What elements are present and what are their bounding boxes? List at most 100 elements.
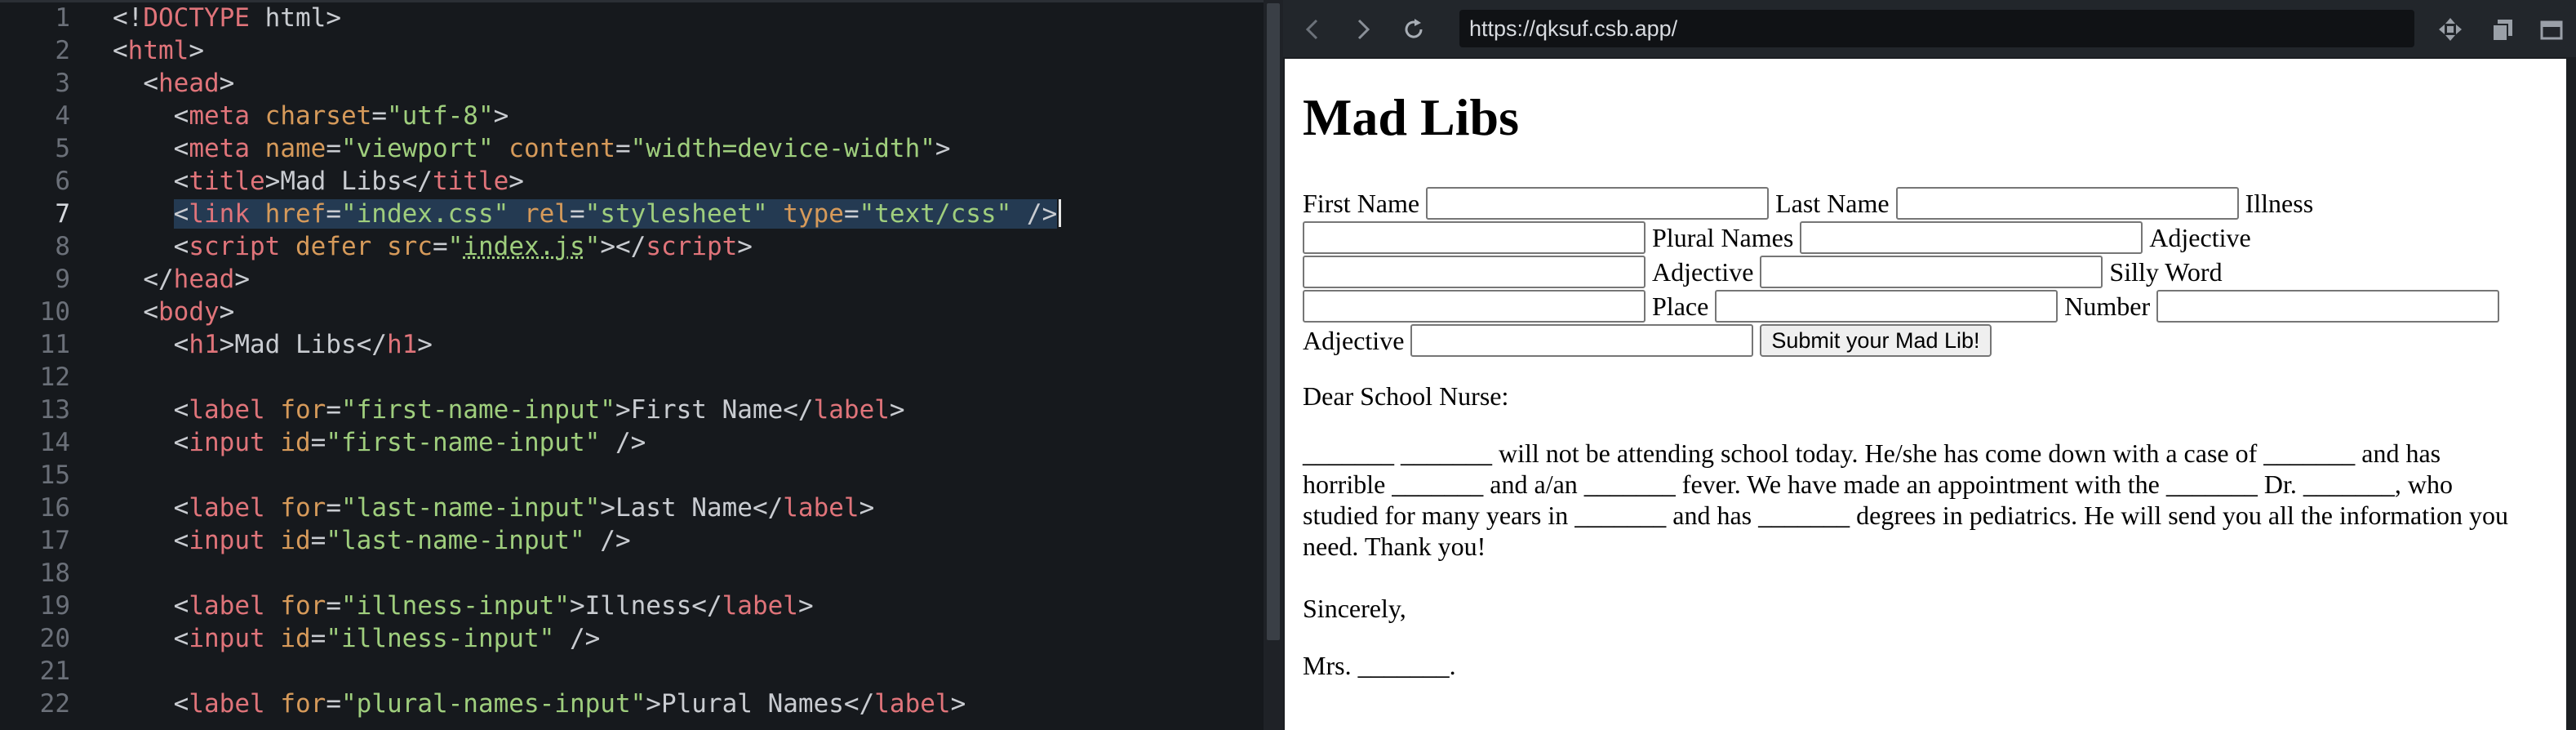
code-text[interactable]: <h1>Mad Libs</h1> xyxy=(113,328,433,361)
number-input[interactable] xyxy=(2156,289,2500,323)
code-line[interactable]: 14 <input id="first-name-input" /> xyxy=(0,426,1264,459)
line-number: 19 xyxy=(39,591,70,621)
copy-icon[interactable] xyxy=(2488,15,2517,44)
code-line[interactable]: 17 <input id="last-name-input" /> xyxy=(0,524,1264,557)
code-token: = xyxy=(310,624,326,653)
adjective-input-2[interactable] xyxy=(1760,255,2103,288)
adjective-input-1[interactable] xyxy=(1303,255,1646,288)
code-line[interactable]: 10 <body> xyxy=(0,296,1264,328)
code-line[interactable]: 11 <h1>Mad Libs</h1> xyxy=(0,328,1264,361)
code-line[interactable]: 21 xyxy=(0,655,1264,688)
code-text[interactable]: <label for="illness-input">Illness</labe… xyxy=(113,590,814,622)
code-text[interactable]: <script defer src="index.js"></script> xyxy=(113,230,753,263)
editor-scrollbar-thumb[interactable] xyxy=(1267,3,1280,640)
code-token: > xyxy=(509,167,524,196)
code-token: > xyxy=(950,689,966,719)
editor-scrollbar[interactable] xyxy=(1264,0,1283,730)
silly-word-input[interactable] xyxy=(1303,289,1646,323)
code-token: > xyxy=(600,493,615,523)
code-line[interactable]: 8 <script defer src="index.js"></script> xyxy=(0,230,1264,263)
code-token: = xyxy=(615,134,631,163)
code-line[interactable]: 1 <!DOCTYPE html> xyxy=(0,2,1264,34)
code-token: > xyxy=(859,493,875,523)
code-line[interactable]: 22 <label for="plural-names-input">Plura… xyxy=(0,688,1264,720)
illness-input[interactable] xyxy=(1303,220,1646,254)
code-text[interactable]: <!DOCTYPE html> xyxy=(113,2,341,34)
code-token: input xyxy=(189,624,265,653)
code-line[interactable]: 5 <meta name="viewport" content="width=d… xyxy=(0,132,1264,165)
code-token: "viewport" xyxy=(340,134,494,163)
url-input[interactable]: https://qksuf.csb.app/ xyxy=(1459,10,2414,47)
code-text[interactable]: <input id="last-name-input" /> xyxy=(113,524,631,557)
code-text[interactable]: <head> xyxy=(113,67,234,100)
code-text[interactable]: <label for="last-name-input">Last Name</… xyxy=(113,492,875,524)
line-number: 16 xyxy=(39,493,70,523)
code-text[interactable]: <body> xyxy=(113,296,234,328)
code-line[interactable]: 3 <head> xyxy=(0,67,1264,100)
code-token: < xyxy=(143,297,158,327)
line-number: 7 xyxy=(55,199,70,229)
code-token: " xyxy=(447,232,464,261)
adjective-label-2: Adjective xyxy=(1652,256,1754,287)
code-token: label xyxy=(189,493,265,523)
story-text: _______ _______ will not be attending sc… xyxy=(1303,438,2509,561)
code-text[interactable]: <label for="plural-names-input">Plural N… xyxy=(113,688,966,720)
code-text[interactable]: <title>Mad Libs</title> xyxy=(113,165,524,198)
adjective-input-3[interactable] xyxy=(1410,323,1754,357)
chevron-left-icon[interactable] xyxy=(1298,15,1327,44)
code-text[interactable]: <meta name="viewport" content="width=dev… xyxy=(113,132,951,165)
code-line[interactable]: 7 <link href="index.css" rel="stylesheet… xyxy=(0,198,1264,230)
code-line[interactable]: 4 <meta charset="utf-8"> xyxy=(0,100,1264,132)
code-token: /> xyxy=(600,526,631,555)
code-line[interactable]: 6 <title>Mad Libs</title> xyxy=(0,165,1264,198)
line-number: 14 xyxy=(39,428,70,457)
code-line[interactable]: 9 </head> xyxy=(0,263,1264,296)
code-text[interactable]: <html> xyxy=(113,34,204,67)
silly-word-label: Silly Word xyxy=(2109,256,2223,287)
line-number: 12 xyxy=(39,363,70,392)
code-line[interactable]: 15 xyxy=(0,459,1264,492)
code-token: index.js xyxy=(463,232,585,261)
chevron-right-icon[interactable] xyxy=(1348,15,1378,44)
code-token: < xyxy=(173,493,189,523)
code-line[interactable]: 19 <label for="illness-input">Illness</l… xyxy=(0,590,1264,622)
code-line[interactable]: 2 <html> xyxy=(0,34,1264,67)
code-line[interactable]: 18 xyxy=(0,557,1264,590)
code-token: "illness-input" xyxy=(341,591,570,621)
line-number: 5 xyxy=(55,134,70,163)
code-line[interactable]: 12 xyxy=(0,361,1264,394)
code-token: <! xyxy=(113,3,144,33)
code-token: = xyxy=(371,101,387,131)
code-text[interactable]: <meta charset="utf-8"> xyxy=(113,100,509,132)
plural-names-input[interactable] xyxy=(1800,220,2143,254)
code-token: = xyxy=(432,232,448,261)
selection-highlight: <link href="index.css" rel="stylesheet" … xyxy=(173,199,1058,229)
reload-icon[interactable] xyxy=(1399,15,1428,44)
submit-button[interactable]: Submit your Mad Lib! xyxy=(1760,323,1992,357)
move-icon[interactable] xyxy=(2436,15,2465,44)
code-token: title xyxy=(189,167,265,196)
window-icon[interactable] xyxy=(2537,15,2566,44)
code-text[interactable]: </head> xyxy=(113,263,250,296)
code-line[interactable]: 13 <label for="first-name-input">First N… xyxy=(0,394,1264,426)
place-input[interactable] xyxy=(1715,289,2059,323)
first-name-input[interactable] xyxy=(1426,186,1770,220)
code-token: < xyxy=(173,101,189,131)
code-text[interactable]: <input id="illness-input" /> xyxy=(113,622,601,655)
code-token: > xyxy=(493,101,509,131)
code-text[interactable]: <input id="first-name-input" /> xyxy=(113,426,646,459)
code-line[interactable]: 16 <label for="last-name-input">Last Nam… xyxy=(0,492,1264,524)
code-line[interactable]: 20 <input id="illness-input" /> xyxy=(0,622,1264,655)
code-text[interactable]: <link href="index.css" rel="stylesheet" … xyxy=(113,198,1062,230)
code-token: = xyxy=(326,395,341,425)
last-name-input[interactable] xyxy=(1895,186,2239,220)
code-editor[interactable]: 1 <!DOCTYPE html> 2 <html> 3 <head> 4 <meta c… xyxy=(0,0,1264,730)
code-token: > xyxy=(935,134,951,163)
code-text[interactable]: <label for="first-name-input">First Name… xyxy=(113,394,905,426)
code-token: < xyxy=(173,428,189,457)
